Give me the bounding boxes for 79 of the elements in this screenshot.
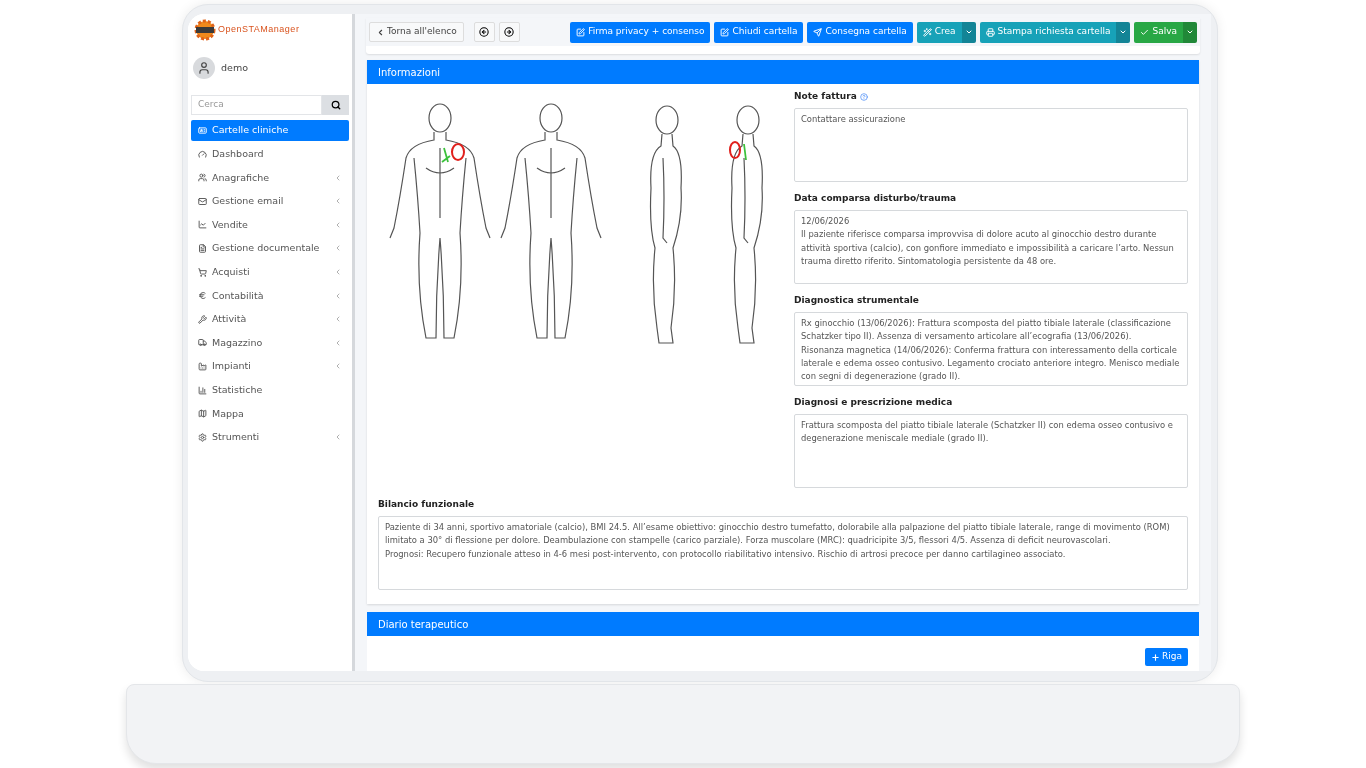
euro-icon [198,291,207,301]
id-card-icon [198,126,207,135]
search-field[interactable]: Cerca [191,95,322,115]
chevron-icon [334,244,342,253]
line-chart-icon [198,220,207,230]
map-icon [198,409,207,419]
card-title: Informazioni [378,65,440,80]
chevron-icon [334,220,342,229]
back-button[interactable]: Torna all'elenco [369,22,464,42]
chevron-icon [334,433,342,442]
search-button[interactable] [322,95,349,115]
text-area-field[interactable]: Frattura scomposta del piatto tibiale laterale (Schatzker II) con edema osseo contusivo e degenerazione meniscale mediale (grado II). [794,414,1188,488]
card-title: Diario terapeutico [378,617,469,632]
sidebar-item[interactable]: Impianti [191,355,349,377]
users-icon [198,173,207,183]
add-row-button[interactable]: Riga [1145,648,1188,666]
arrow-left-icon [479,27,490,37]
sidebar-item[interactable]: Magazzino [191,332,349,354]
field-label: Bilancio funzionale [378,498,476,511]
sidebar-item[interactable]: Dashboard [191,143,349,165]
check-icon [1140,27,1150,37]
settings-icon [198,432,207,442]
sidebar-item[interactable]: Gestione documentale [191,237,349,259]
dropdown-toggle[interactable] [1183,21,1197,43]
sidebar-item[interactable]: Cartelle cliniche [191,120,349,141]
chevron-icon [334,362,342,371]
field-label: Diagnostica strumentale [794,294,919,308]
chevron-icon [334,197,342,206]
edit-icon [576,27,586,37]
text-area-field[interactable]: Paziente di 34 anni, sportivo amatoriale (calcio), BMI 24.5. All’esame obiettivo: ginocchio destro tumefatto, dolorabile alla palpazione del piatto tibiale laterale, range di movimento (ROM) limitato a 30° di flessione per dolore. Deambulazione con stampelle (carico parziale). Forza muscolare (MRC): quadricipite 3/5, flessori 4/5. Assenza di deficit neurovascolari. Prognosi: Recupero funzionale atteso in 4-6 mesi post-intervento, con protocollo riabilitativo intensivo. Rischio di artrosi precoce per danno cartilagineo associato. [378,516,1188,590]
caret-icon [964,28,973,36]
text-area-field[interactable]: 12/06/2026 Il paziente riferisce comparsa improvvisa di dolore acuto al ginocchio destro durante attività sportiva (calcio), con gonfiore immediato e impossibilità a caricare l’arto. Nessun trauma diretto riferito. Sintomatologia persistente da 48 ore. [794,210,1188,284]
toolbar-button[interactable]: Chiudi cartella [714,21,804,43]
sidebar-item[interactable]: Gestione email [191,190,349,212]
plus-icon [1151,652,1160,662]
text-area-field[interactable]: Contattare assicurazione [794,108,1188,182]
arrow-right-icon [504,27,515,37]
toolbar-button[interactable]: Firma privacy + consenso [570,21,711,43]
user-name: demo [221,60,248,75]
gauge-icon [198,149,207,159]
edit-icon [720,27,730,37]
factory-icon [198,361,207,371]
previous-button[interactable] [473,22,495,42]
logo-text: OpenSTAManager [218,23,300,37]
document-icon [198,243,207,253]
search-icon [330,100,341,110]
caret-icon [1119,28,1128,36]
chevron-icon [334,268,342,277]
text-area-field[interactable]: Rx ginocchio (13/06/2026): Frattura scomposta del piatto tibiale laterale (classificazione Schatzker tipo II). Assenza di versamento articolare all’ecografia (13/06/2026). Risonanza magnetica (14/06/2026): Conferma frattura con interessamento della corticale laterale e edema osseo contusivo. Legamento crociato anteriore integro. Menisco mediale con segni di degenerazione (grado II). [794,312,1188,386]
paper-plane-icon [813,27,823,37]
chevron-icon [376,27,385,37]
printer-icon [985,27,995,37]
chevron-icon [334,173,342,182]
truck-icon [198,338,207,348]
next-button[interactable] [498,22,520,42]
field-label: Note fattura [794,90,857,104]
chevron-icon [334,338,342,347]
sidebar-item[interactable]: Acquisti [191,261,349,283]
dropdown-toggle[interactable] [1116,21,1131,43]
sidebar-item[interactable]: Contabilità [191,285,349,307]
wrench-icon [198,314,207,324]
chevron-icon [334,315,342,324]
gear-logo-icon [194,19,216,41]
toolbar-button[interactable]: Consegna cartella [807,21,913,43]
bar-chart-icon [198,385,207,395]
field-label: Data comparsa disturbo/trauma [794,192,957,206]
sidebar-item[interactable]: Mappa [191,403,349,425]
sidebar-item[interactable]: Vendite [191,214,349,236]
sidebar-item[interactable]: Statistiche [191,379,349,401]
sidebar-item[interactable]: Strumenti [191,426,349,448]
chevron-icon [334,291,342,300]
caret-icon [1186,28,1194,36]
field-label: Diagnosi e prescrizione medica [794,396,953,410]
help-icon [859,93,868,101]
cart-icon [198,267,207,277]
sidebar-item[interactable]: Anagrafiche [191,167,349,189]
wand-icon [922,27,932,37]
sidebar-item[interactable]: Attività [191,308,349,330]
envelope-icon [198,196,207,206]
